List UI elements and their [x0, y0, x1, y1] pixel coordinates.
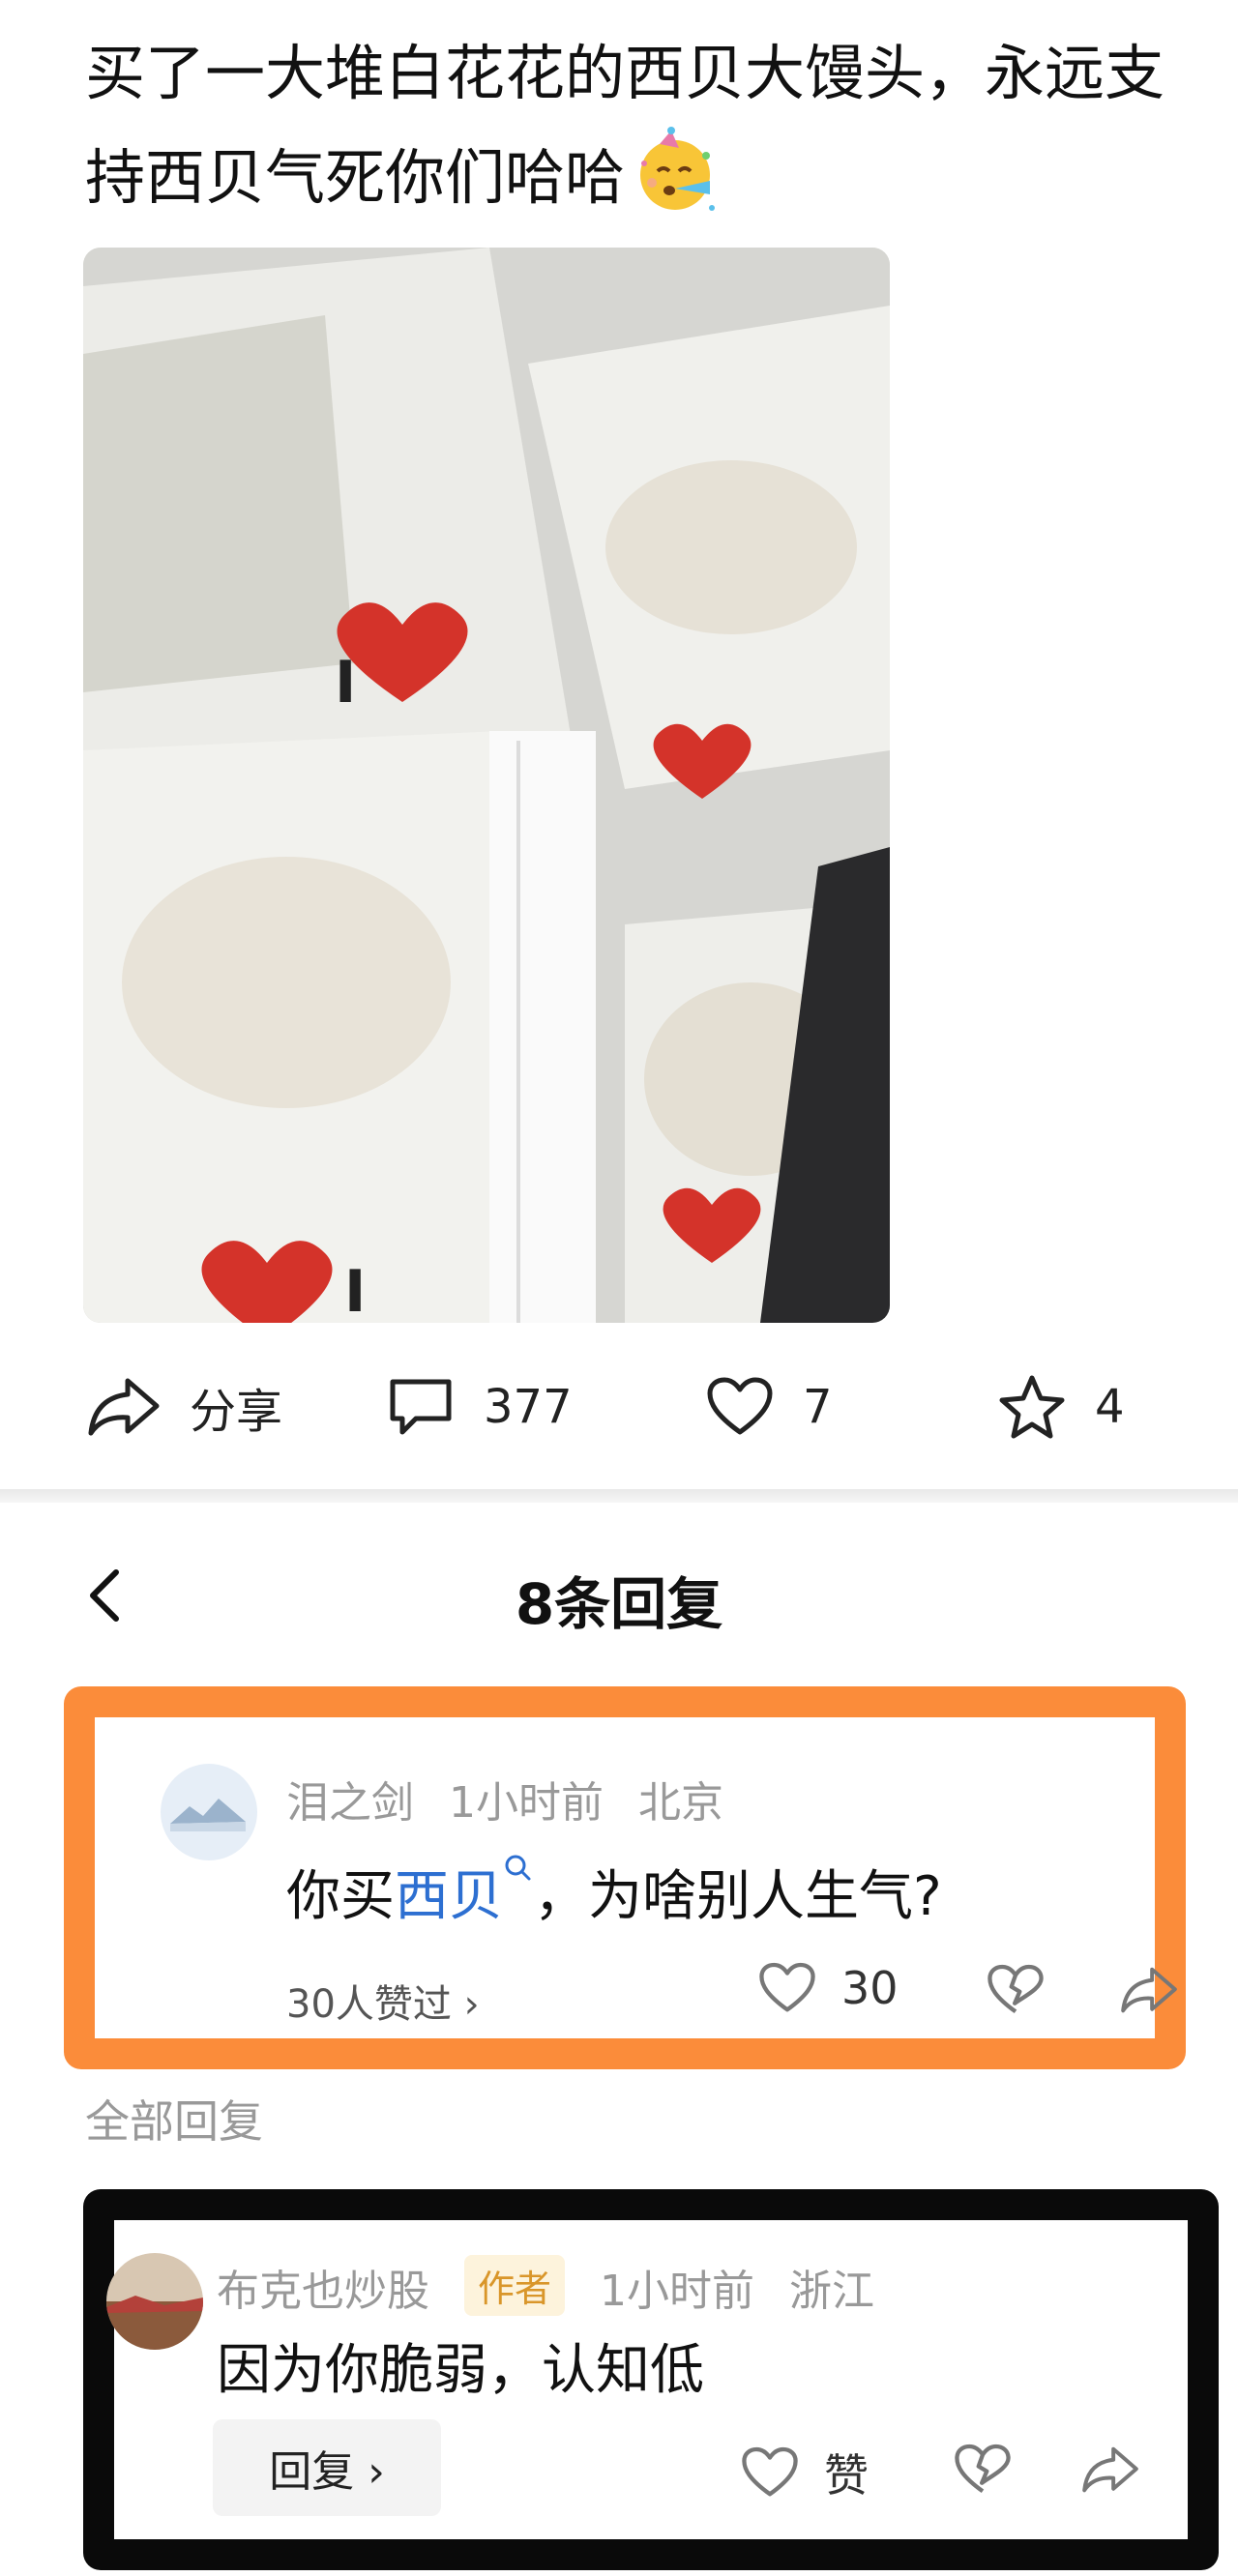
like-count: 7 — [803, 1380, 833, 1434]
search-icon — [505, 1855, 531, 1881]
svg-text:I: I — [344, 1258, 366, 1323]
reply-meta: 布克也炒股 作者 1小时前 浙江 — [217, 2255, 909, 2318]
avatar-snow-mountain-image — [161, 1764, 257, 1860]
author-tag: 作者 — [464, 2255, 566, 2316]
reply-location: 浙江 — [789, 2267, 875, 2316]
avatar-landscape-image — [106, 2253, 203, 2350]
comment-like-button[interactable]: 30 — [758, 1961, 899, 2015]
post-action-bar: 分享 377 7 4 — [0, 1354, 1238, 1460]
author-name[interactable]: 布克也炒股 — [217, 2267, 429, 2316]
comment-meta: 泪之剑 1小时前 北京 — [286, 1768, 758, 1830]
reply-text: 因为你脆弱，认知低 — [217, 2339, 704, 2402]
heart-icon — [759, 1962, 815, 2012]
comment-dislike-button[interactable] — [987, 1963, 1045, 2021]
comment-text-after: ，为啥别人生气? — [534, 1865, 942, 1928]
party-face-emoji-icon — [631, 127, 720, 216]
star-icon — [999, 1375, 1065, 1439]
comment-like-count: 30 — [841, 1962, 899, 2014]
author-reply[interactable]: 布克也炒股 作者 1小时前 浙江 因为你脆弱，认知低 回复 › 赞 — [83, 2189, 1219, 2570]
favorite-button[interactable]: 4 — [998, 1354, 1125, 1460]
comment-share-button[interactable] — [1120, 1963, 1178, 2021]
reply-button[interactable]: 回复 › — [213, 2419, 441, 2516]
comment-icon — [390, 1379, 452, 1435]
comment-button[interactable]: 377 — [387, 1354, 573, 1460]
post-text-content: 买了一大堆白花花的西贝大馒头，永远支持西贝气死你们哈哈 — [85, 38, 1165, 213]
share-icon — [1121, 1967, 1177, 2013]
replies-header: 8条回复 — [0, 1508, 1238, 1654]
commenter-name[interactable]: 泪之剑 — [286, 1778, 414, 1828]
comment-time: 1小时前 — [449, 1778, 604, 1828]
broken-heart-icon — [955, 2444, 1011, 2494]
all-replies-label: 全部回复 — [85, 2095, 263, 2148]
likers-link[interactable]: 30人赞过 › — [286, 1973, 480, 2029]
post-photo[interactable]: I I — [83, 248, 890, 1323]
post-text: 买了一大堆白花花的西贝大馒头，永远支持西贝气死你们哈哈 — [85, 21, 1168, 230]
like-button[interactable]: 7 — [706, 1354, 833, 1460]
search-link-word[interactable]: 西贝 — [395, 1865, 503, 1928]
reply-share-button[interactable] — [1081, 2443, 1139, 2501]
reply-like-button[interactable]: 赞 — [741, 2441, 869, 2504]
heart-icon — [742, 2446, 798, 2497]
share-icon — [88, 1378, 160, 1436]
reply-time: 1小时前 — [600, 2267, 755, 2316]
comment-location: 北京 — [638, 1778, 723, 1828]
share-label: 分享 — [190, 1385, 283, 1439]
svg-text:I: I — [335, 649, 356, 717]
share-icon — [1082, 2446, 1138, 2493]
heart-icon — [707, 1377, 773, 1435]
highlighted-comment[interactable]: 泪之剑 1小时前 北京 你买西贝 ，为啥别人生气? 30人赞过 › 30 — [64, 1686, 1186, 2069]
comment-count: 377 — [484, 1380, 573, 1434]
reply-dislike-button[interactable] — [954, 2443, 1012, 2501]
commenter-avatar[interactable] — [161, 1764, 257, 1860]
replies-title: 8条回复 — [515, 1571, 723, 1637]
comment-text-before: 你买 — [286, 1865, 395, 1928]
section-divider — [0, 1489, 1238, 1503]
comment-text: 你买西贝 ，为啥别人生气? — [286, 1853, 942, 1931]
author-avatar[interactable] — [106, 2253, 203, 2350]
post-photo-illustration: I I — [83, 248, 890, 1323]
share-button[interactable]: 分享 — [87, 1354, 282, 1460]
broken-heart-icon — [987, 1964, 1044, 2014]
reply-like-label: 赞 — [824, 2449, 869, 2502]
favorite-count: 4 — [1095, 1380, 1125, 1434]
